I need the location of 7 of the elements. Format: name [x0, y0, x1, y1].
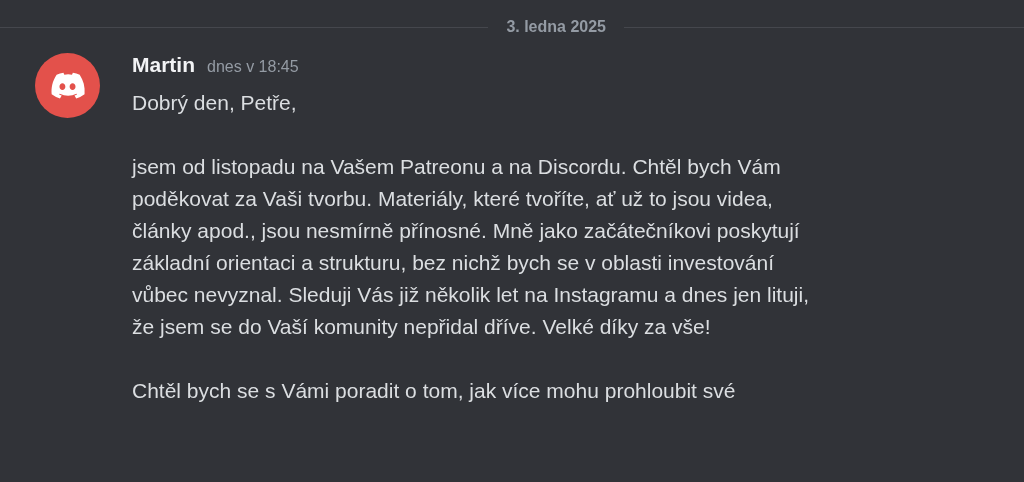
message-text: jsem od listopadu na Vašem Patreonu a na Discordu. Chtěl bych Vám poděkovat za Vaši tvorbu. Materiály, které tvoříte, ať už to jsou videa, články apod., jsou nesmírně přínosné. Mně jako začátečníkovi poskytují základní orientaci a strukturu, bez nichž bych se v oblasti investování vůbec nevyznal. Sleduji Vás již několik let na Instagramu a dnes jen lituji, že jsem se do Vaší komunity nepřidal dříve. Velké díky za vše! — [132, 154, 810, 340]
timestamp: dnes v 18:45 — [207, 58, 299, 76]
message-text: Dobrý den, Petře, — [132, 90, 298, 116]
author-name[interactable]: Martin — [132, 53, 195, 77]
avatar-icon[interactable] — [35, 53, 100, 118]
date-separator: 3. ledna 2025 — [505, 18, 607, 36]
message-text: Chtěl bych se s Vámi poradit o tom, jak více mohu prohloubit své — [132, 378, 737, 404]
